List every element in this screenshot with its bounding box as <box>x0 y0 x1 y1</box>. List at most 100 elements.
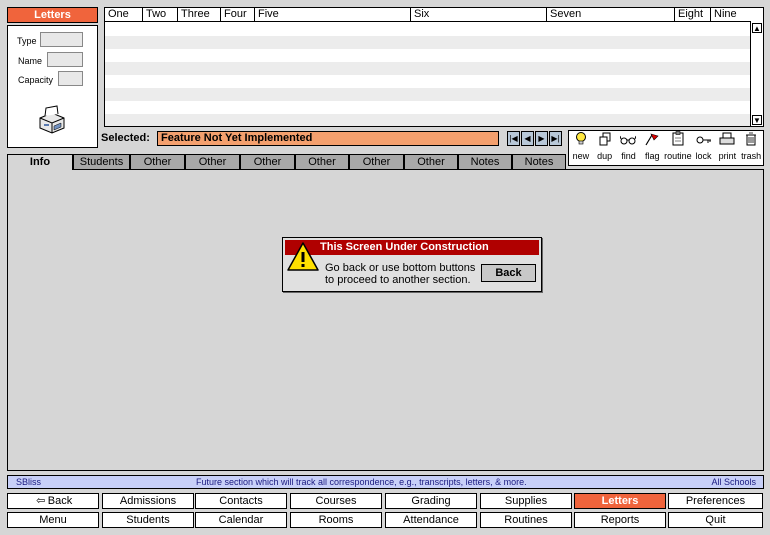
status-user: SBliss <box>16 477 42 487</box>
trash-icon <box>739 131 763 151</box>
tab-other[interactable]: Other <box>185 154 240 169</box>
dialog-message: Go back or use bottom buttons to proceed… <box>325 262 475 286</box>
flag-icon <box>640 131 664 151</box>
nav-back-button[interactable]: ⇦ Back <box>7 493 99 509</box>
routine-button[interactable]: routine <box>664 131 692 165</box>
tab-other[interactable]: Other <box>240 154 295 169</box>
tool-label: find <box>621 151 636 161</box>
back-arrow-icon: ⇦ <box>36 495 46 507</box>
tab-other[interactable]: Other <box>295 154 349 169</box>
nav-contacts-button[interactable]: Contacts <box>195 493 287 509</box>
capacity-label: Capacity <box>18 75 54 85</box>
panel-title: Letters <box>7 7 98 23</box>
nav-admissions-button[interactable]: Admissions <box>102 493 194 509</box>
records-grid[interactable]: One Two Three Four Five Six Seven Eight … <box>104 7 764 127</box>
nav-supplies-button[interactable]: Supplies <box>480 493 572 509</box>
column-header[interactable]: Five <box>255 8 411 21</box>
nav-preferences-button[interactable]: Preferences <box>668 493 763 509</box>
record-navigator: |◀ ◀ ▶ ▶| <box>507 131 563 146</box>
dialog-back-button[interactable]: Back <box>481 264 536 282</box>
record-fields-panel: Type Name Capacity <box>7 25 98 148</box>
nav-attendance-button[interactable]: Attendance <box>385 512 477 528</box>
column-header[interactable]: Four <box>221 8 255 21</box>
column-header[interactable]: Six <box>411 8 547 21</box>
tab-content-area <box>7 169 764 471</box>
tool-label: flag <box>644 151 660 161</box>
flag-button[interactable]: flag <box>640 131 664 165</box>
next-record-icon[interactable]: ▶ <box>535 131 548 146</box>
tab-notes[interactable]: Notes <box>512 154 566 169</box>
action-toolbar: new dup find flag routine lock print tra… <box>568 130 764 166</box>
tool-label: trash <box>741 151 762 161</box>
nav-quit-button[interactable]: Quit <box>668 512 763 528</box>
find-button[interactable]: find <box>617 131 641 165</box>
nav-courses-button[interactable]: Courses <box>290 493 382 509</box>
capacity-field[interactable] <box>58 71 83 86</box>
nav-letters-button[interactable]: Letters <box>574 493 666 509</box>
scroll-down-icon[interactable]: ▼ <box>752 115 762 125</box>
column-header[interactable]: One <box>105 8 143 21</box>
new-button[interactable]: new <box>569 131 593 165</box>
glasses-icon <box>617 131 641 151</box>
duplicate-icon <box>593 131 617 151</box>
name-label: Name <box>18 56 43 66</box>
table-row[interactable] <box>105 36 751 49</box>
table-row[interactable] <box>105 88 751 101</box>
printer-icon <box>39 105 65 134</box>
scroll-up-icon[interactable]: ▲ <box>752 23 762 33</box>
key-icon <box>692 131 716 151</box>
grid-header: One Two Three Four Five Six Seven Eight … <box>105 8 751 22</box>
status-scope: All Schools <box>711 477 756 487</box>
lock-button[interactable]: lock <box>692 131 716 165</box>
column-header[interactable]: Seven <box>547 8 675 21</box>
tab-other[interactable]: Other <box>349 154 404 169</box>
grid-scrollbar[interactable]: ▲ ▼ <box>750 22 763 126</box>
nav-routines-button[interactable]: Routines <box>480 512 572 528</box>
tool-label: lock <box>695 151 712 161</box>
warning-icon <box>287 242 319 271</box>
dialog-message-line: Go back or use bottom buttons <box>325 262 476 274</box>
tool-label: dup <box>597 151 613 161</box>
first-record-icon[interactable]: |◀ <box>507 131 520 146</box>
tab-students[interactable]: Students <box>73 154 130 169</box>
tab-info[interactable]: Info <box>7 154 73 170</box>
tool-label: new <box>572 151 590 161</box>
nav-rooms-button[interactable]: Rooms <box>290 512 382 528</box>
tab-other[interactable]: Other <box>130 154 185 169</box>
table-row[interactable] <box>105 114 751 126</box>
prev-record-icon[interactable]: ◀ <box>521 131 534 146</box>
nav-menu-button[interactable]: Menu <box>7 512 99 528</box>
section-nav: ⇦ Back Admissions Contacts Courses Gradin… <box>7 493 764 529</box>
type-label: Type <box>17 36 37 46</box>
selected-field: Feature Not Yet Implemented <box>157 131 499 146</box>
print-button[interactable]: print <box>715 131 739 165</box>
trash-button[interactable]: trash <box>739 131 763 165</box>
status-bar: SBliss Future section which will track a… <box>7 475 764 489</box>
tab-other[interactable]: Other <box>404 154 458 169</box>
column-header[interactable]: Three <box>178 8 221 21</box>
last-record-icon[interactable]: ▶| <box>549 131 562 146</box>
type-field[interactable] <box>40 32 83 47</box>
status-message: Future section which will track all corr… <box>196 477 527 487</box>
nav-students-button[interactable]: Students <box>102 512 194 528</box>
tab-notes[interactable]: Notes <box>458 154 512 169</box>
column-header[interactable]: Eight <box>675 8 711 21</box>
under-construction-dialog: This Screen Under Construction Go back o… <box>282 237 542 292</box>
selected-label: Selected: <box>101 132 150 144</box>
column-header[interactable]: Two <box>143 8 178 21</box>
nav-label: Back <box>47 495 73 507</box>
tool-label: routine <box>664 151 692 161</box>
nav-reports-button[interactable]: Reports <box>574 512 666 528</box>
nav-calendar-button[interactable]: Calendar <box>195 512 287 528</box>
dup-button[interactable]: dup <box>593 131 617 165</box>
nav-grading-button[interactable]: Grading <box>385 493 477 509</box>
dialog-message-line: to proceed to another section. <box>325 274 471 286</box>
tool-label: print <box>718 151 737 161</box>
dialog-title: This Screen Under Construction <box>285 240 539 255</box>
clipboard-icon <box>664 131 692 151</box>
column-header[interactable]: Nine <box>711 8 751 21</box>
lightbulb-icon <box>569 131 593 151</box>
printer-icon <box>715 131 739 151</box>
name-field[interactable] <box>47 52 83 67</box>
table-row[interactable] <box>105 62 751 75</box>
